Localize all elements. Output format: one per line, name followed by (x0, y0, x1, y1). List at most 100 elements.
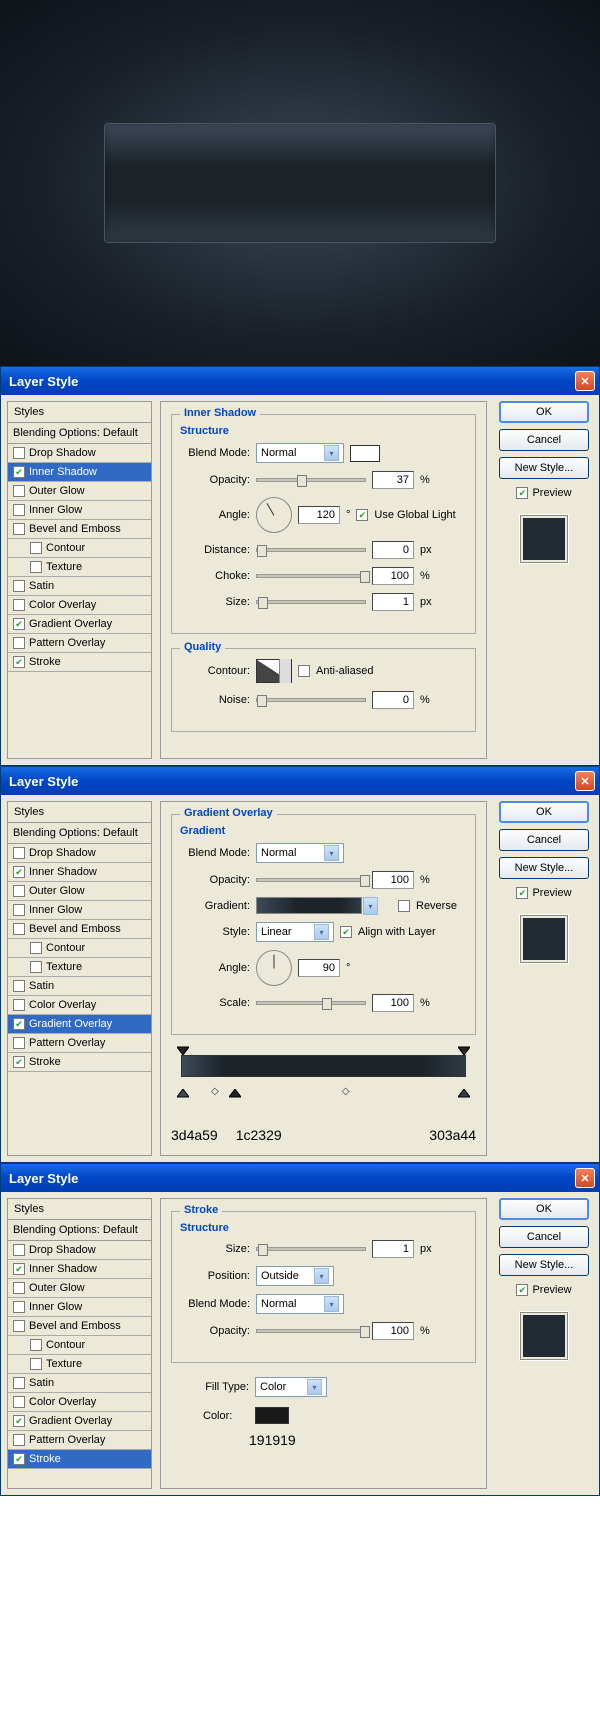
style-checkbox[interactable] (13, 1244, 25, 1256)
style-row[interactable]: Stroke (8, 653, 151, 672)
midpoint-icon[interactable]: ◇ (342, 1086, 350, 1097)
antialias-checkbox[interactable] (298, 665, 310, 677)
style-row[interactable]: Satin (8, 1374, 151, 1393)
color-stop-icon[interactable] (458, 1089, 470, 1103)
position-select[interactable]: Outside ▾ (256, 1266, 334, 1286)
style-checkbox[interactable] (30, 1339, 42, 1351)
style-row[interactable]: Color Overlay (8, 596, 151, 615)
styles-header[interactable]: Styles (8, 1199, 151, 1220)
style-checkbox[interactable] (13, 1320, 25, 1332)
styles-header[interactable]: Styles (8, 402, 151, 423)
style-checkbox[interactable] (13, 504, 25, 516)
close-icon[interactable]: ✕ (575, 371, 595, 391)
blending-options[interactable]: Blending Options: Default (8, 823, 151, 844)
size-input[interactable] (372, 593, 414, 611)
style-checkbox[interactable] (30, 961, 42, 973)
style-checkbox[interactable] (13, 1282, 25, 1294)
choke-input[interactable] (372, 567, 414, 585)
close-icon[interactable]: ✕ (575, 1168, 595, 1188)
cancel-button[interactable]: Cancel (499, 1226, 589, 1248)
blend-mode-select[interactable]: Normal ▾ (256, 843, 344, 863)
style-checkbox[interactable] (13, 580, 25, 592)
titlebar[interactable]: Layer Style ✕ (1, 1164, 599, 1192)
blend-mode-select[interactable]: Normal ▾ (256, 443, 344, 463)
style-checkbox[interactable] (13, 1415, 25, 1427)
opacity-input[interactable] (372, 471, 414, 489)
style-row[interactable]: Texture (8, 558, 151, 577)
color-stop-icon[interactable] (229, 1089, 241, 1103)
noise-input[interactable] (372, 691, 414, 709)
style-row[interactable]: Inner Glow (8, 501, 151, 520)
style-row[interactable]: Outer Glow (8, 482, 151, 501)
style-checkbox[interactable] (13, 866, 25, 878)
style-checkbox[interactable] (30, 942, 42, 954)
style-checkbox[interactable] (13, 637, 25, 649)
opacity-slider[interactable] (256, 478, 366, 482)
noise-slider[interactable] (256, 698, 366, 702)
style-row[interactable]: Pattern Overlay (8, 1431, 151, 1450)
style-checkbox[interactable] (13, 447, 25, 459)
style-row[interactable]: Texture (8, 1355, 151, 1374)
style-row[interactable]: Contour (8, 539, 151, 558)
cancel-button[interactable]: Cancel (499, 829, 589, 851)
style-checkbox[interactable] (13, 904, 25, 916)
gradient-bar[interactable] (181, 1055, 466, 1077)
style-row[interactable]: Texture (8, 958, 151, 977)
style-checkbox[interactable] (13, 523, 25, 535)
style-row[interactable]: Inner Shadow (8, 1260, 151, 1279)
style-row[interactable]: Outer Glow (8, 882, 151, 901)
scale-slider[interactable] (256, 1001, 366, 1005)
style-checkbox[interactable] (30, 542, 42, 554)
style-checkbox[interactable] (13, 923, 25, 935)
blending-options[interactable]: Blending Options: Default (8, 1220, 151, 1241)
style-checkbox[interactable] (13, 885, 25, 897)
style-checkbox[interactable] (13, 1018, 25, 1030)
distance-input[interactable] (372, 541, 414, 559)
size-slider[interactable] (256, 600, 366, 604)
angle-dial[interactable] (256, 497, 292, 533)
style-checkbox[interactable] (13, 1263, 25, 1275)
style-checkbox[interactable] (13, 1453, 25, 1465)
align-layer-checkbox[interactable] (340, 926, 352, 938)
style-checkbox[interactable] (13, 1056, 25, 1068)
blending-options[interactable]: Blending Options: Default (8, 423, 151, 444)
choke-slider[interactable] (256, 574, 366, 578)
style-checkbox[interactable] (13, 656, 25, 668)
ok-button[interactable]: OK (499, 1198, 589, 1220)
opacity-slider[interactable] (256, 1329, 366, 1333)
fill-type-select[interactable]: Color ▾ (255, 1377, 327, 1397)
style-checkbox[interactable] (13, 1377, 25, 1389)
style-checkbox[interactable] (30, 1358, 42, 1370)
shadow-color-swatch[interactable] (350, 445, 380, 462)
style-checkbox[interactable] (13, 847, 25, 859)
cancel-button[interactable]: Cancel (499, 429, 589, 451)
global-light-checkbox[interactable] (356, 509, 368, 521)
style-checkbox[interactable] (13, 1434, 25, 1446)
size-slider[interactable] (256, 1247, 366, 1251)
style-row[interactable]: Satin (8, 577, 151, 596)
gradient-picker[interactable]: ▾ (256, 897, 362, 914)
style-row[interactable]: Color Overlay (8, 996, 151, 1015)
style-row[interactable]: Gradient Overlay (8, 615, 151, 634)
style-row[interactable]: Pattern Overlay (8, 634, 151, 653)
contour-picker[interactable] (256, 659, 292, 683)
style-row[interactable]: Inner Shadow (8, 463, 151, 482)
reverse-checkbox[interactable] (398, 900, 410, 912)
stroke-color-swatch[interactable] (255, 1407, 289, 1424)
close-icon[interactable]: ✕ (575, 771, 595, 791)
angle-input[interactable] (298, 959, 340, 977)
style-row[interactable]: Bevel and Emboss (8, 920, 151, 939)
style-row[interactable]: Inner Shadow (8, 863, 151, 882)
style-checkbox[interactable] (13, 1301, 25, 1313)
midpoint-icon[interactable]: ◇ (211, 1086, 219, 1097)
style-checkbox[interactable] (13, 999, 25, 1011)
ok-button[interactable]: OK (499, 401, 589, 423)
style-row[interactable]: Stroke (8, 1450, 151, 1469)
style-checkbox[interactable] (13, 980, 25, 992)
style-checkbox[interactable] (13, 466, 25, 478)
style-row[interactable]: Pattern Overlay (8, 1034, 151, 1053)
styles-header[interactable]: Styles (8, 802, 151, 823)
preview-checkbox[interactable] (516, 887, 528, 899)
style-checkbox[interactable] (13, 599, 25, 611)
style-row[interactable]: Inner Glow (8, 1298, 151, 1317)
